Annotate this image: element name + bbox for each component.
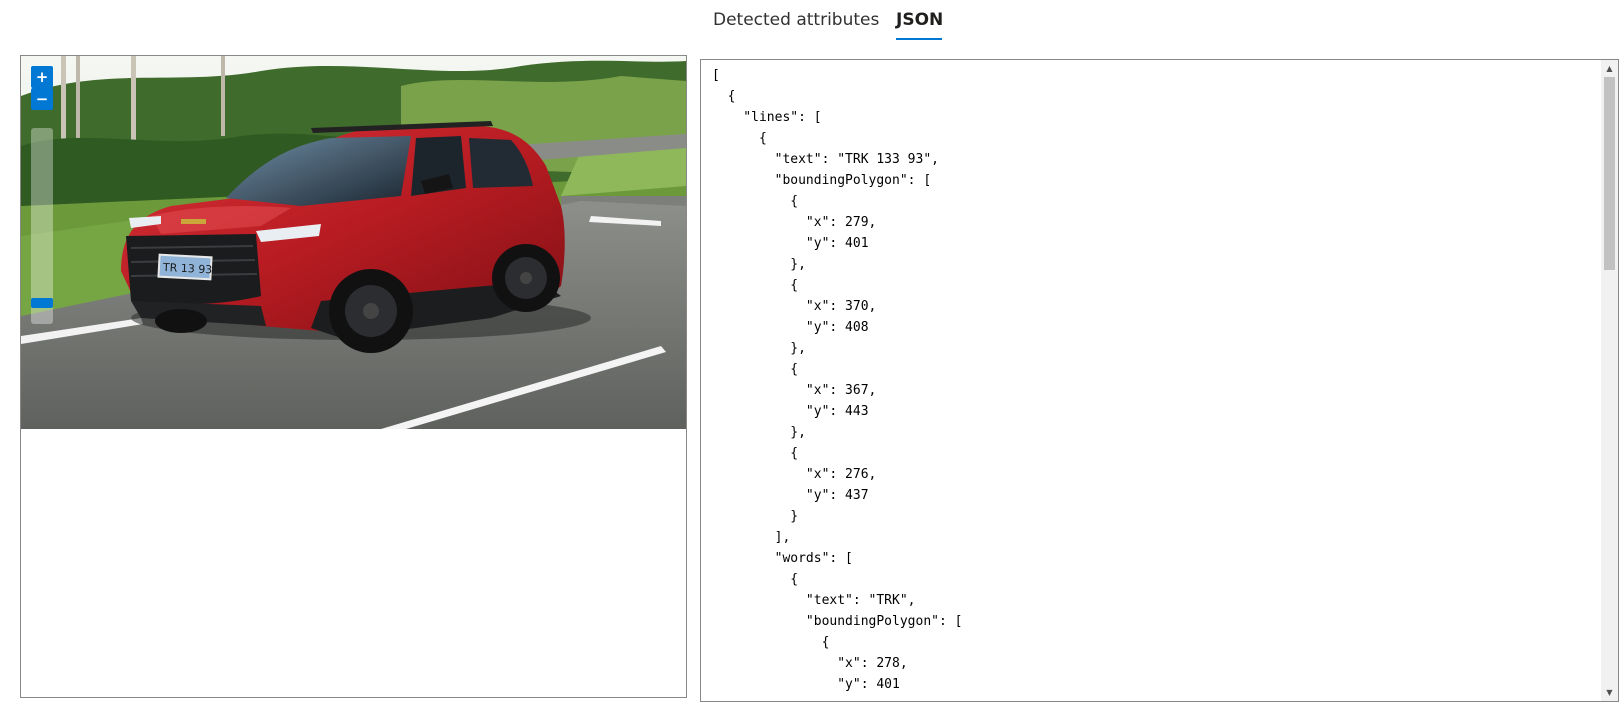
zoom-slider-track[interactable] [31, 128, 53, 324]
json-code-line: "boundingPolygon": [ [712, 173, 932, 188]
car-photo: TR 13 93 [21, 56, 686, 429]
analyzed-image: TR 13 93 [21, 56, 686, 429]
json-code-line: }, [712, 341, 806, 356]
json-code-line: "y": 408 [712, 320, 869, 335]
triangle-up-icon[interactable]: ▲ [1601, 60, 1618, 77]
json-code-line: { [712, 131, 767, 146]
zoom-out-button[interactable]: − [31, 88, 53, 110]
json-code-line: ], [712, 530, 791, 545]
json-code-line: "y": 401 [712, 236, 869, 251]
json-code-block: [ { "lines": [ { "text": "TRK 133 93", "… [712, 65, 1592, 695]
json-code-line: "x": 278, [712, 656, 908, 671]
json-code-line: "x": 276, [712, 467, 877, 482]
json-code-line: { [712, 278, 799, 293]
image-viewer[interactable]: TR 13 93 + − [20, 55, 687, 698]
json-code-line: "y": 437 [712, 488, 869, 503]
json-code-line: "y": 401 [712, 677, 900, 692]
json-code-line: { [712, 635, 830, 650]
plus-icon: + [35, 68, 49, 86]
tab-bar: Detected attributes JSON [0, 0, 1624, 48]
json-code-line: "y": 443 [712, 404, 869, 419]
zoom-in-button[interactable]: + [31, 66, 53, 88]
json-code-line: "x": 367, [712, 383, 877, 398]
triangle-down-icon[interactable]: ▼ [1601, 684, 1618, 701]
json-code-line: "text": "TRK 133 93", [712, 152, 939, 167]
minus-icon: − [35, 90, 49, 108]
json-code-line: { [712, 446, 799, 461]
json-code-line: "x": 279, [712, 215, 877, 230]
json-code-line: { [712, 572, 799, 587]
json-output-panel[interactable]: [ { "lines": [ { "text": "TRK 133 93", "… [700, 59, 1619, 702]
json-code-line: } [712, 509, 799, 524]
scrollbar-thumb[interactable] [1604, 77, 1615, 270]
json-code-line: { [712, 89, 736, 104]
json-code-line: [ [712, 68, 720, 83]
zoom-slider-thumb[interactable] [31, 298, 53, 308]
json-code-line: { [712, 362, 799, 377]
svg-text:TR 13 93: TR 13 93 [162, 261, 213, 277]
tab-json[interactable]: JSON [896, 8, 943, 42]
active-tab-indicator [896, 38, 942, 40]
json-code-line: "text": "TRK", [712, 593, 916, 608]
json-code-line: "boundingPolygon": [ [712, 614, 963, 629]
json-code-line: "x": 370, [712, 299, 877, 314]
json-code-line: }, [712, 257, 806, 272]
vertical-scrollbar[interactable]: ▲ ▼ [1601, 60, 1618, 701]
json-code-line: { [712, 194, 799, 209]
json-code-line: "words": [ [712, 551, 853, 566]
tab-detected-attributes[interactable]: Detected attributes [713, 8, 879, 42]
json-code-line: "lines": [ [712, 110, 822, 125]
json-code-line: }, [712, 425, 806, 440]
